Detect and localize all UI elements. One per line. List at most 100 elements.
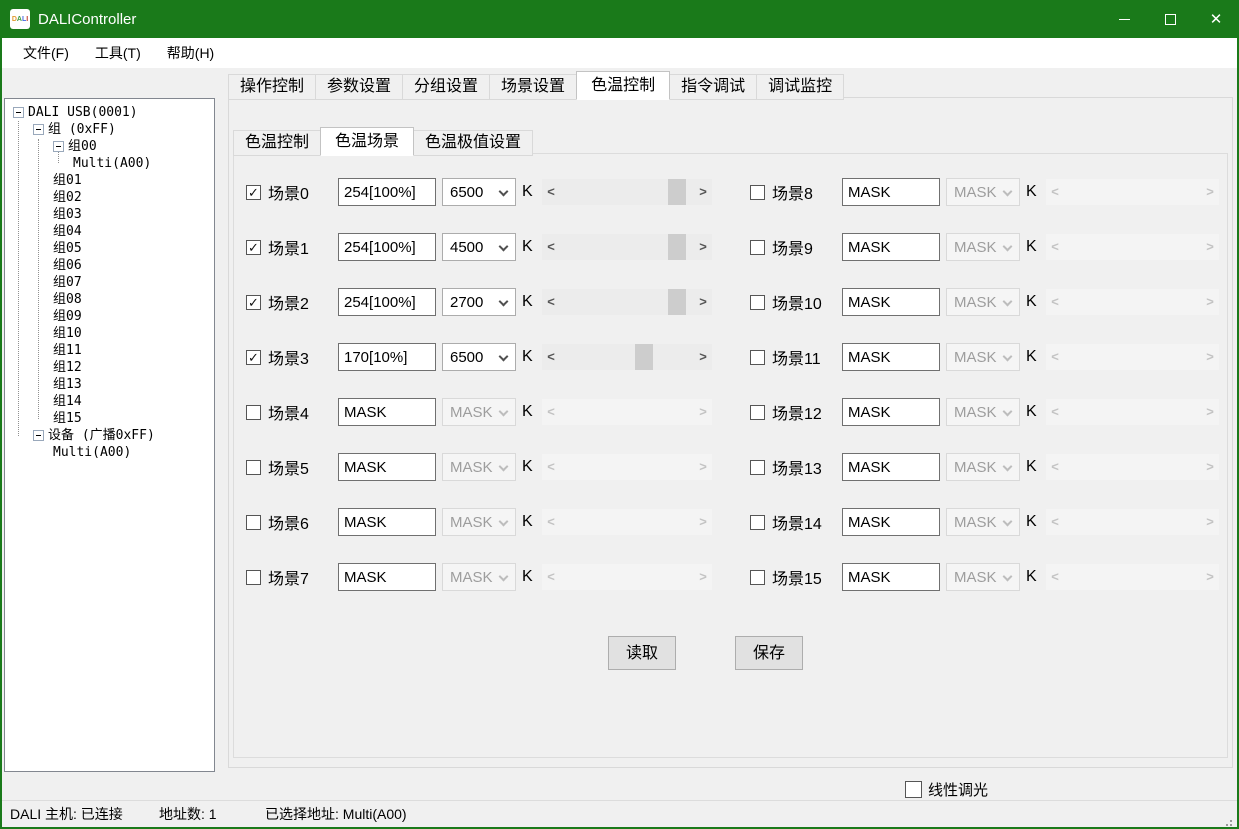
scene-level-input[interactable] xyxy=(842,233,940,261)
scene-level-input[interactable] xyxy=(338,178,436,206)
kelvin-scrollbar[interactable]: <> xyxy=(542,234,712,260)
scene-level-input[interactable] xyxy=(842,288,940,316)
kelvin-dropdown[interactable]: MASK xyxy=(946,563,1020,591)
kelvin-dropdown[interactable]: MASK xyxy=(442,508,516,536)
kelvin-dropdown[interactable]: 4500 xyxy=(442,233,516,261)
scene-level-input[interactable] xyxy=(338,453,436,481)
kelvin-dropdown[interactable]: MASK xyxy=(442,563,516,591)
scene-checkbox[interactable] xyxy=(246,515,261,530)
tree-item-12[interactable]: 组09 xyxy=(5,308,214,325)
scroll-right-icon[interactable]: > xyxy=(694,344,712,370)
main-tab-0[interactable]: 操作控制 xyxy=(228,74,316,100)
main-tab-3[interactable]: 场景设置 xyxy=(489,74,577,100)
scroll-left-icon[interactable]: < xyxy=(542,234,560,260)
scene-level-input[interactable] xyxy=(842,398,940,426)
kelvin-scrollbar[interactable]: <> xyxy=(542,289,712,315)
sub-tab-0[interactable]: 色温控制 xyxy=(233,130,321,156)
scroll-left-icon[interactable]: < xyxy=(542,289,560,315)
tree-collapse-icon[interactable] xyxy=(33,124,44,135)
kelvin-dropdown[interactable]: 6500 xyxy=(442,178,516,206)
scroll-right-icon[interactable]: > xyxy=(694,289,712,315)
menu-item-2[interactable]: 帮助(H) xyxy=(154,38,227,68)
main-tab-1[interactable]: 参数设置 xyxy=(315,74,403,100)
kelvin-scrollbar[interactable]: <> xyxy=(542,179,712,205)
scrollbar-thumb[interactable] xyxy=(668,289,686,315)
tree-collapse-icon[interactable] xyxy=(13,107,24,118)
tree-item-1[interactable]: 组 (0xFF) xyxy=(5,121,214,138)
tree-item-10[interactable]: 组07 xyxy=(5,274,214,291)
main-tab-4[interactable]: 色温控制 xyxy=(576,71,670,100)
linear-dimming-checkbox[interactable] xyxy=(905,781,922,798)
tree-item-4[interactable]: 组01 xyxy=(5,172,214,189)
kelvin-dropdown[interactable]: MASK xyxy=(946,233,1020,261)
menu-item-0[interactable]: 文件(F) xyxy=(10,38,82,68)
scene-level-input[interactable] xyxy=(842,178,940,206)
scene-level-input[interactable] xyxy=(338,508,436,536)
save-button[interactable]: 保存 xyxy=(735,636,803,670)
kelvin-dropdown[interactable]: MASK xyxy=(442,398,516,426)
tree-item-2[interactable]: 组00 xyxy=(5,138,214,155)
scene-level-input[interactable] xyxy=(842,453,940,481)
scroll-right-icon[interactable]: > xyxy=(694,234,712,260)
kelvin-dropdown[interactable]: MASK xyxy=(946,398,1020,426)
tree-item-3[interactable]: Multi(A00) xyxy=(5,155,214,172)
scene-level-input[interactable] xyxy=(842,508,940,536)
scene-checkbox[interactable]: ✓ xyxy=(246,350,261,365)
scene-level-input[interactable] xyxy=(338,288,436,316)
tree-item-8[interactable]: 组05 xyxy=(5,240,214,257)
scene-checkbox[interactable] xyxy=(750,405,765,420)
scrollbar-thumb[interactable] xyxy=(635,344,653,370)
tree-item-17[interactable]: 组14 xyxy=(5,393,214,410)
scene-checkbox[interactable]: ✓ xyxy=(246,185,261,200)
scrollbar-thumb[interactable] xyxy=(668,179,686,205)
tree-item-19[interactable]: 设备 (广播0xFF) xyxy=(5,427,214,444)
scene-checkbox[interactable] xyxy=(750,460,765,475)
sub-tab-1[interactable]: 色温场景 xyxy=(320,127,414,156)
kelvin-dropdown[interactable]: 6500 xyxy=(442,343,516,371)
tree-item-6[interactable]: 组03 xyxy=(5,206,214,223)
tree-item-7[interactable]: 组04 xyxy=(5,223,214,240)
tree-item-14[interactable]: 组11 xyxy=(5,342,214,359)
tree-item-18[interactable]: 组15 xyxy=(5,410,214,427)
kelvin-dropdown[interactable]: MASK xyxy=(946,178,1020,206)
main-tab-5[interactable]: 指令调试 xyxy=(669,74,757,100)
scene-level-input[interactable] xyxy=(338,343,436,371)
scene-level-input[interactable] xyxy=(842,343,940,371)
tree-collapse-icon[interactable] xyxy=(53,141,64,152)
tree-item-0[interactable]: DALI USB(0001) xyxy=(5,104,214,121)
scroll-left-icon[interactable]: < xyxy=(542,344,560,370)
scroll-left-icon[interactable]: < xyxy=(542,179,560,205)
scroll-right-icon[interactable]: > xyxy=(694,179,712,205)
scene-checkbox[interactable]: ✓ xyxy=(246,240,261,255)
menu-item-1[interactable]: 工具(T) xyxy=(82,38,154,68)
maximize-button[interactable] xyxy=(1147,0,1193,38)
scene-level-input[interactable] xyxy=(842,563,940,591)
kelvin-dropdown[interactable]: MASK xyxy=(946,508,1020,536)
kelvin-dropdown[interactable]: MASK xyxy=(442,453,516,481)
tree-item-9[interactable]: 组06 xyxy=(5,257,214,274)
scene-level-input[interactable] xyxy=(338,563,436,591)
main-tab-2[interactable]: 分组设置 xyxy=(402,74,490,100)
scene-checkbox[interactable] xyxy=(750,350,765,365)
read-button[interactable]: 读取 xyxy=(608,636,676,670)
tree-item-16[interactable]: 组13 xyxy=(5,376,214,393)
scene-checkbox[interactable] xyxy=(750,515,765,530)
scene-checkbox[interactable] xyxy=(246,570,261,585)
tree-item-15[interactable]: 组12 xyxy=(5,359,214,376)
main-tab-6[interactable]: 调试监控 xyxy=(756,74,844,100)
scrollbar-thumb[interactable] xyxy=(668,234,686,260)
scene-checkbox[interactable] xyxy=(750,570,765,585)
tree-item-20[interactable]: Multi(A00) xyxy=(5,444,214,461)
kelvin-dropdown[interactable]: MASK xyxy=(946,453,1020,481)
kelvin-dropdown[interactable]: MASK xyxy=(946,343,1020,371)
scene-checkbox[interactable] xyxy=(750,240,765,255)
sub-tab-2[interactable]: 色温极值设置 xyxy=(413,130,533,156)
kelvin-scrollbar[interactable]: <> xyxy=(542,344,712,370)
scene-checkbox[interactable]: ✓ xyxy=(246,295,261,310)
tree-collapse-icon[interactable] xyxy=(33,430,44,441)
minimize-button[interactable] xyxy=(1101,0,1147,38)
resize-grip[interactable] xyxy=(1230,820,1232,822)
scene-level-input[interactable] xyxy=(338,398,436,426)
scene-checkbox[interactable] xyxy=(750,295,765,310)
scene-checkbox[interactable] xyxy=(246,460,261,475)
